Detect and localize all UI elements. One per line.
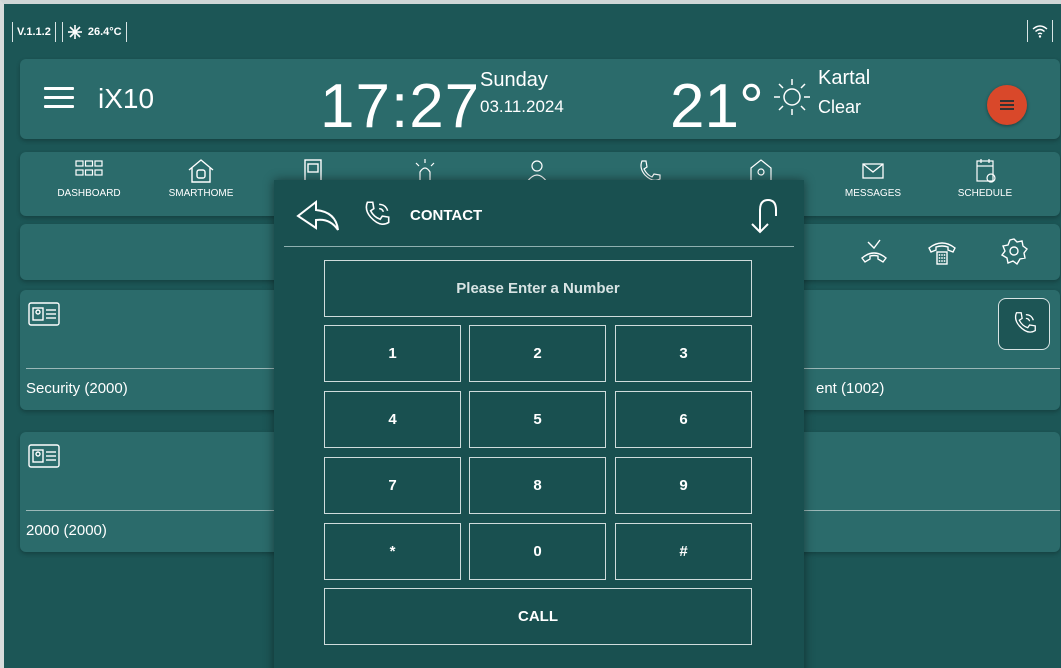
weather-city: Kartal — [818, 67, 871, 89]
snowflake-icon — [67, 25, 82, 39]
key-hash[interactable]: # — [615, 523, 752, 580]
quick-menu-button[interactable] — [987, 85, 1027, 125]
day-name: Sunday — [480, 69, 548, 91]
dialpad-phone-icon[interactable] — [926, 236, 958, 268]
outdoor-temperature: 21° — [670, 72, 764, 141]
key-4[interactable]: 4 — [324, 391, 461, 448]
contact-id-icon — [28, 302, 60, 326]
number-input[interactable]: Please Enter a Number — [324, 260, 752, 317]
nav-schedule[interactable]: SCHEDULE — [930, 158, 1040, 199]
key-8[interactable]: 8 — [469, 457, 606, 514]
version-text: V.1.1.2 — [17, 26, 51, 38]
dialer-dialog: CONTACT Please Enter a Number 1 2 3 4 5 … — [274, 180, 804, 668]
sun-icon — [774, 79, 810, 115]
version-badge: V.1.1.2 — [12, 22, 56, 42]
menu-icon[interactable] — [44, 87, 74, 109]
calendar-icon — [976, 159, 996, 183]
status-bar: V.1.1.2 26.4°C — [12, 18, 1053, 46]
call-contact-button[interactable] — [998, 298, 1050, 350]
clock-time: 17:27 — [320, 72, 481, 141]
indoor-temperature: 26.4°C — [87, 26, 122, 38]
contact-name: 2000 (2000) — [26, 522, 107, 539]
key-9[interactable]: 9 — [615, 457, 752, 514]
back-arrow-icon[interactable] — [294, 198, 342, 234]
key-6[interactable]: 6 — [615, 391, 752, 448]
phone-icon — [365, 201, 390, 225]
divider — [284, 246, 794, 247]
grid-icon — [75, 160, 103, 176]
nav-dashboard[interactable]: DASHBOARD — [34, 158, 144, 199]
key-2[interactable]: 2 — [469, 325, 606, 382]
contact-id-icon — [28, 444, 60, 468]
temperature-badge: 26.4°C — [61, 22, 127, 42]
dialer-title: CONTACT — [410, 207, 483, 224]
wifi-icon — [1027, 20, 1053, 42]
key-7[interactable]: 7 — [324, 457, 461, 514]
contact-name: ent (1002) — [816, 380, 885, 397]
missed-call-icon[interactable] — [858, 236, 890, 268]
key-0[interactable]: 0 — [469, 523, 606, 580]
home-icon — [188, 159, 214, 183]
contact-name: Security (2000) — [26, 380, 128, 397]
key-5[interactable]: 5 — [469, 391, 606, 448]
current-date: 03.11.2024 — [480, 97, 564, 116]
call-button[interactable]: CALL — [324, 588, 752, 645]
nav-messages[interactable]: MESSAGES — [818, 158, 928, 199]
weather-condition: Clear — [818, 97, 862, 117]
app-frame: V.1.1.2 26.4°C iX10 17:27 Sunday 03.11.2… — [0, 0, 1061, 668]
key-1[interactable]: 1 — [324, 325, 461, 382]
key-3[interactable]: 3 — [615, 325, 752, 382]
app-title: iX10 — [98, 83, 155, 114]
envelope-icon — [862, 163, 884, 179]
settings-gear-icon[interactable] — [998, 236, 1030, 268]
phone-icon — [1014, 312, 1036, 333]
nav-smarthome[interactable]: SMARTHOME — [146, 158, 256, 199]
header-panel: iX10 17:27 Sunday 03.11.2024 21° Kartal … — [20, 59, 1060, 141]
key-star[interactable]: * — [324, 523, 461, 580]
undo-arrow-icon[interactable] — [746, 194, 786, 234]
